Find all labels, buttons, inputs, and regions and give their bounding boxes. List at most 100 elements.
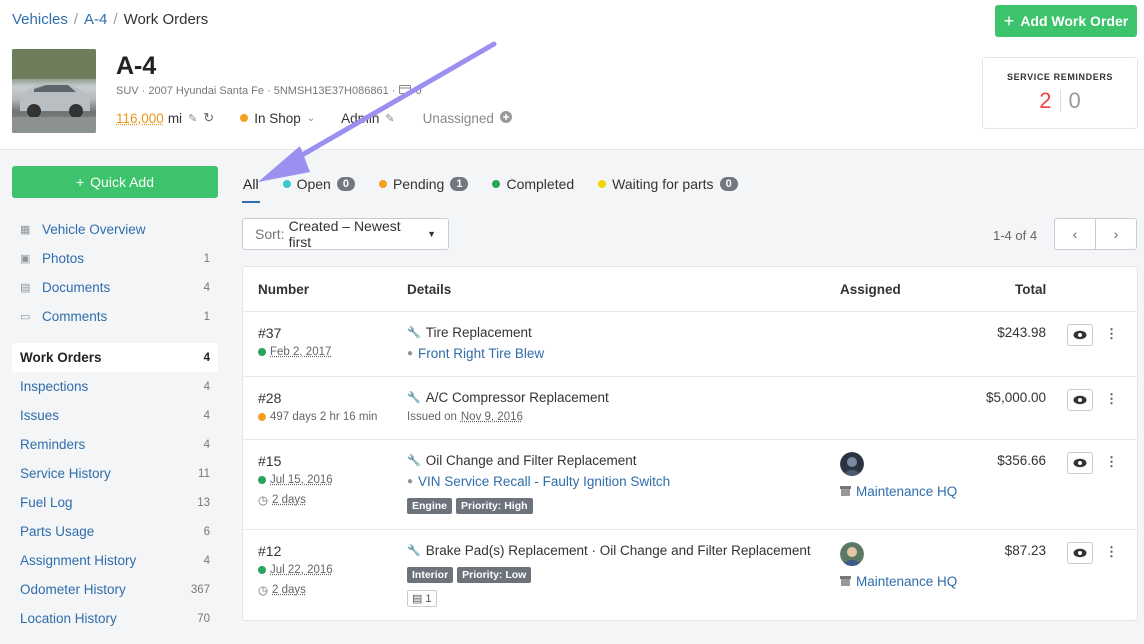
sidebar-item-label: Issues [20, 408, 60, 423]
work-order-date: Jul 15, 2016 [258, 474, 333, 486]
add-work-order-button[interactable]: + Add Work Order [995, 5, 1137, 37]
location[interactable]: Maintenance HQ [840, 484, 957, 499]
tab-all[interactable]: All [242, 172, 260, 203]
sidebar-item-inspections[interactable]: Inspections 4 [12, 372, 218, 401]
more-options-icon[interactable]: ⋮ [1105, 391, 1118, 407]
tab-open[interactable]: Open 0 [282, 172, 355, 196]
work-order-number[interactable]: #12 [258, 543, 281, 559]
sidebar-item-count: 1 [203, 310, 210, 323]
quick-add-button[interactable]: + Quick Add [12, 166, 218, 198]
sidebar-item-comments[interactable]: ▭ Comments 1 [12, 302, 218, 331]
status-label[interactable]: In Shop [254, 111, 301, 126]
table-row[interactable]: #37 Feb 2, 2017 🔧 Tire Replacement ● Fro… [243, 311, 1137, 376]
sidebar-item-count: 367 [190, 583, 210, 596]
view-button[interactable] [1067, 542, 1093, 564]
vehicle-meta: 116,000 mi ✎ ↻ In Shop ⌄ Admin ✎ Unassig… [116, 110, 512, 126]
linked-issue[interactable]: ● Front Right Tire Blew [407, 346, 544, 361]
table-row[interactable]: #12 Jul 22, 2016 ◷ 2 days 🔧 Brake Pad(s)… [243, 529, 1137, 621]
sidebar-item-count: 4 [203, 351, 210, 364]
more-options-icon[interactable]: ⋮ [1105, 454, 1118, 470]
vehicle-description: SUV · 2007 Hyundai Santa Fe · 5NMSH13E37… [116, 85, 396, 97]
sort-dropdown[interactable]: Sort: Created – Newest first ▼ [242, 218, 449, 250]
breadcrumb-separator: / [113, 11, 118, 28]
plus-icon: + [75, 174, 85, 190]
sidebar-item-label: Documents [42, 280, 111, 295]
sidebar-item-fuel-log[interactable]: Fuel Log 13 [12, 488, 218, 517]
location-link[interactable]: Maintenance HQ [856, 484, 957, 499]
sidebar-item-odometer-history[interactable]: Odometer History 367 [12, 575, 218, 604]
tab-pending[interactable]: Pending 1 [378, 172, 469, 196]
work-order-number[interactable]: #37 [258, 325, 281, 341]
location[interactable]: Maintenance HQ [840, 574, 957, 589]
breadcrumb-vehicle[interactable]: A-4 [84, 11, 107, 28]
add-operator-icon[interactable] [499, 110, 512, 126]
sort-value: Created – Newest first [288, 218, 401, 250]
sidebar-item-location-history[interactable]: Location History 70 [12, 604, 218, 633]
vehicle-photo[interactable] [12, 49, 96, 133]
group-label[interactable]: Admin [341, 111, 379, 126]
pencil-icon[interactable]: ✎ [188, 112, 197, 125]
eye-icon [1073, 393, 1087, 408]
breadcrumb-vehicles[interactable]: Vehicles [12, 11, 68, 28]
sidebar-item-assignment-history[interactable]: Assignment History 4 [12, 546, 218, 575]
pencil-icon[interactable]: ✎ [385, 112, 394, 125]
assignee-avatar[interactable] [840, 542, 864, 569]
pending-status-dot [258, 413, 266, 421]
view-button[interactable] [1067, 324, 1093, 346]
elapsed-text: 497 days 2 hr 16 min [270, 411, 378, 423]
sidebar-item-parts-usage[interactable]: Parts Usage 6 [12, 517, 218, 546]
previous-page-button[interactable]: ‹ [1055, 219, 1096, 249]
breadcrumb: Vehicles / A-4 / Work Orders [12, 11, 208, 28]
view-button[interactable] [1067, 389, 1093, 411]
view-button[interactable] [1067, 452, 1093, 474]
work-order-date: Feb 2, 2017 [258, 346, 331, 358]
assignee-avatar[interactable] [840, 452, 864, 479]
completed-status-dot [258, 476, 266, 484]
building-icon [840, 574, 851, 589]
vehicle-subinfo: SUV · 2007 Hyundai Santa Fe · 5NMSH13E37… [116, 85, 422, 97]
more-options-icon[interactable]: ⋮ [1105, 326, 1118, 342]
status-dot [240, 114, 249, 122]
linked-issue[interactable]: ● VIN Service Recall - Faulty Ignition S… [407, 474, 670, 489]
column-header-total[interactable]: Total [1015, 282, 1046, 297]
issue-link[interactable]: Front Right Tire Blew [418, 346, 544, 361]
tab-label: Open [296, 176, 331, 192]
reminders-overdue-count[interactable]: 2 [1039, 88, 1051, 114]
sidebar-item-count: 13 [197, 496, 210, 509]
sidebar-item-count: 11 [198, 467, 210, 480]
chevron-down-icon[interactable]: ⌄ [307, 113, 315, 124]
reminders-due-soon-count[interactable]: 0 [1069, 88, 1081, 114]
sidebar-item-photos[interactable]: ▣ Photos 1 [12, 244, 218, 273]
issue-link[interactable]: VIN Service Recall - Faulty Ignition Swi… [418, 474, 670, 489]
tab-count-badge: 0 [719, 177, 738, 191]
building-icon [840, 484, 851, 499]
meter-value[interactable]: 116,000 [116, 111, 164, 126]
sidebar-item-vehicle-overview[interactable]: ▦ Vehicle Overview [12, 215, 218, 244]
refresh-icon[interactable]: ↻ [203, 110, 214, 126]
sidebar-item-documents[interactable]: ▤ Documents 4 [12, 273, 218, 302]
wrench-icon: 🔧 [407, 392, 421, 404]
pagination-controls: ‹ › [1054, 218, 1137, 250]
tab-waiting-for-parts[interactable]: Waiting for parts 0 [598, 172, 738, 196]
status-tabs: All Open 0 Pending 1 Completed Waiting f… [242, 172, 762, 203]
location-link[interactable]: Maintenance HQ [856, 574, 957, 589]
document-icon: ▤ [20, 282, 31, 294]
more-options-icon[interactable]: ⋮ [1105, 544, 1118, 560]
work-order-number[interactable]: #15 [258, 453, 281, 469]
service-reminders-card[interactable]: SERVICE REMINDERS 2 0 [982, 57, 1138, 129]
work-orders-table: Number Details Assigned Total #37 Feb 2,… [242, 266, 1138, 621]
sidebar-item-service-history[interactable]: Service History 11 [12, 459, 218, 488]
attachments[interactable]: ▤ 1 [407, 590, 437, 607]
next-page-button[interactable]: › [1096, 219, 1136, 249]
eye-icon [1073, 546, 1087, 561]
work-order-total: $87.23 [1004, 543, 1046, 558]
status-dot [598, 180, 607, 188]
table-row[interactable]: #28 497 days 2 hr 16 min 🔧 A/C Compresso… [243, 376, 1137, 439]
tab-completed[interactable]: Completed [492, 172, 574, 196]
sidebar-item-issues[interactable]: Issues 4 [12, 401, 218, 430]
table-row[interactable]: #15 Jul 15, 2016 ◷ 2 days 🔧 Oil Change a… [243, 439, 1137, 529]
work-order-number[interactable]: #28 [258, 390, 281, 406]
sidebar-item-work-orders[interactable]: Work Orders 4 [12, 343, 218, 372]
column-header-number[interactable]: Number [258, 282, 309, 297]
sidebar-item-reminders[interactable]: Reminders 4 [12, 430, 218, 459]
